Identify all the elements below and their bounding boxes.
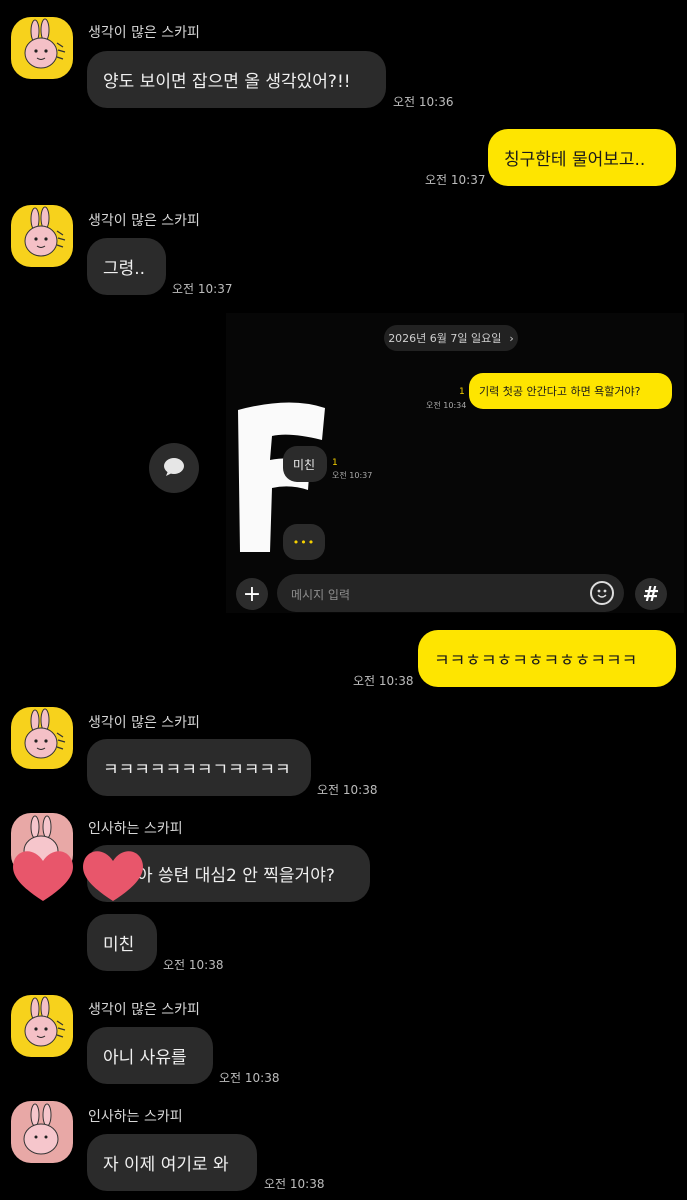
avatar[interactable] <box>11 995 73 1057</box>
sender-name: 생각이 많은 스카피 <box>88 1002 200 1018</box>
rabbit-avatar-icon <box>24 708 66 759</box>
embedded-screenshot: 2026년 6월 7일 일요일 › 1 오전 10:34 기력 첫공 안간다고 … <box>149 313 684 613</box>
message-time: 오전 10:37 <box>172 282 233 296</box>
unread-count: 1 <box>459 387 465 397</box>
message-time: 오전 10:34 <box>426 401 467 410</box>
sender-name: 생각이 많은 스카피 <box>88 213 200 229</box>
sender-name: 생각이 많은 스카피 <box>88 715 200 731</box>
input-placeholder: 메시지 입력 <box>291 588 351 602</box>
message-time: 오전 10:38 <box>264 1177 325 1191</box>
avatar[interactable] <box>11 17 73 79</box>
message-bubble[interactable]: ㅋㅋㅋㅋㅋㅋㅋㄱㅋㅋㅋㅋ <box>87 739 311 796</box>
rabbit-avatar-icon <box>24 206 66 257</box>
typing-indicator: ••• <box>283 524 325 560</box>
message-time: 오전 10:38 <box>317 783 378 797</box>
sender-name: 인사하는 스카피 <box>88 821 183 837</box>
rabbit-avatar-icon <box>24 996 66 1047</box>
message-time: 오전 10:36 <box>393 95 454 109</box>
avatar[interactable] <box>11 1101 73 1163</box>
heart-sticker-icon <box>13 851 73 901</box>
message-time: 오전 10:38 <box>353 674 414 688</box>
message-bubble[interactable]: 미친 <box>283 446 327 482</box>
message-bubble[interactable]: 미친 <box>87 914 157 971</box>
emoji-icon[interactable] <box>590 581 614 605</box>
avatar[interactable] <box>11 205 73 267</box>
date-divider[interactable]: 2026년 6월 7일 일요일 › <box>384 325 518 351</box>
sender-name: 생각이 많은 스카피 <box>88 25 200 41</box>
avatar[interactable] <box>11 707 73 769</box>
rabbit-avatar-icon <box>23 1103 59 1155</box>
rabbit-avatar-icon <box>24 18 66 69</box>
message-bubble-mine[interactable]: 칭구한테 물어보고.. <box>488 129 676 186</box>
unread-count: 1 <box>332 458 338 468</box>
hashtag-icon[interactable]: # <box>635 578 667 610</box>
message-bubble[interactable]: 아니 사유를 <box>87 1027 213 1084</box>
plus-icon[interactable]: + <box>236 578 268 610</box>
date-label: 2026년 6월 7일 일요일 <box>388 332 502 345</box>
message-time: 오전 10:38 <box>219 1071 280 1085</box>
message-input[interactable]: 메시지 입력 <box>277 574 624 612</box>
message-time: 오전 10:37 <box>332 471 373 480</box>
chat-bubble-icon[interactable] <box>149 443 199 493</box>
message-time: 오전 10:38 <box>163 958 224 972</box>
message-bubble[interactable]: 양도 보이면 잡으면 올 생각있어?!! <box>87 51 386 108</box>
message-bubble[interactable]: 그령.. <box>87 238 166 295</box>
message-bubble-mine[interactable]: 기력 첫공 안간다고 하면 욕할거야? <box>469 373 672 409</box>
message-bubble[interactable]: 자 이제 여기로 와 <box>87 1134 257 1191</box>
sender-name: 인사하는 스카피 <box>88 1109 183 1125</box>
message-time: 오전 10:37 <box>425 173 486 187</box>
heart-sticker-icon <box>83 851 143 901</box>
message-bubble-mine[interactable]: ㅋㅋㅎㅋㅎㅋㅎㅋㅎㅎㅋㅋㅋ <box>418 630 676 687</box>
chevron-right-icon: › <box>509 331 514 345</box>
